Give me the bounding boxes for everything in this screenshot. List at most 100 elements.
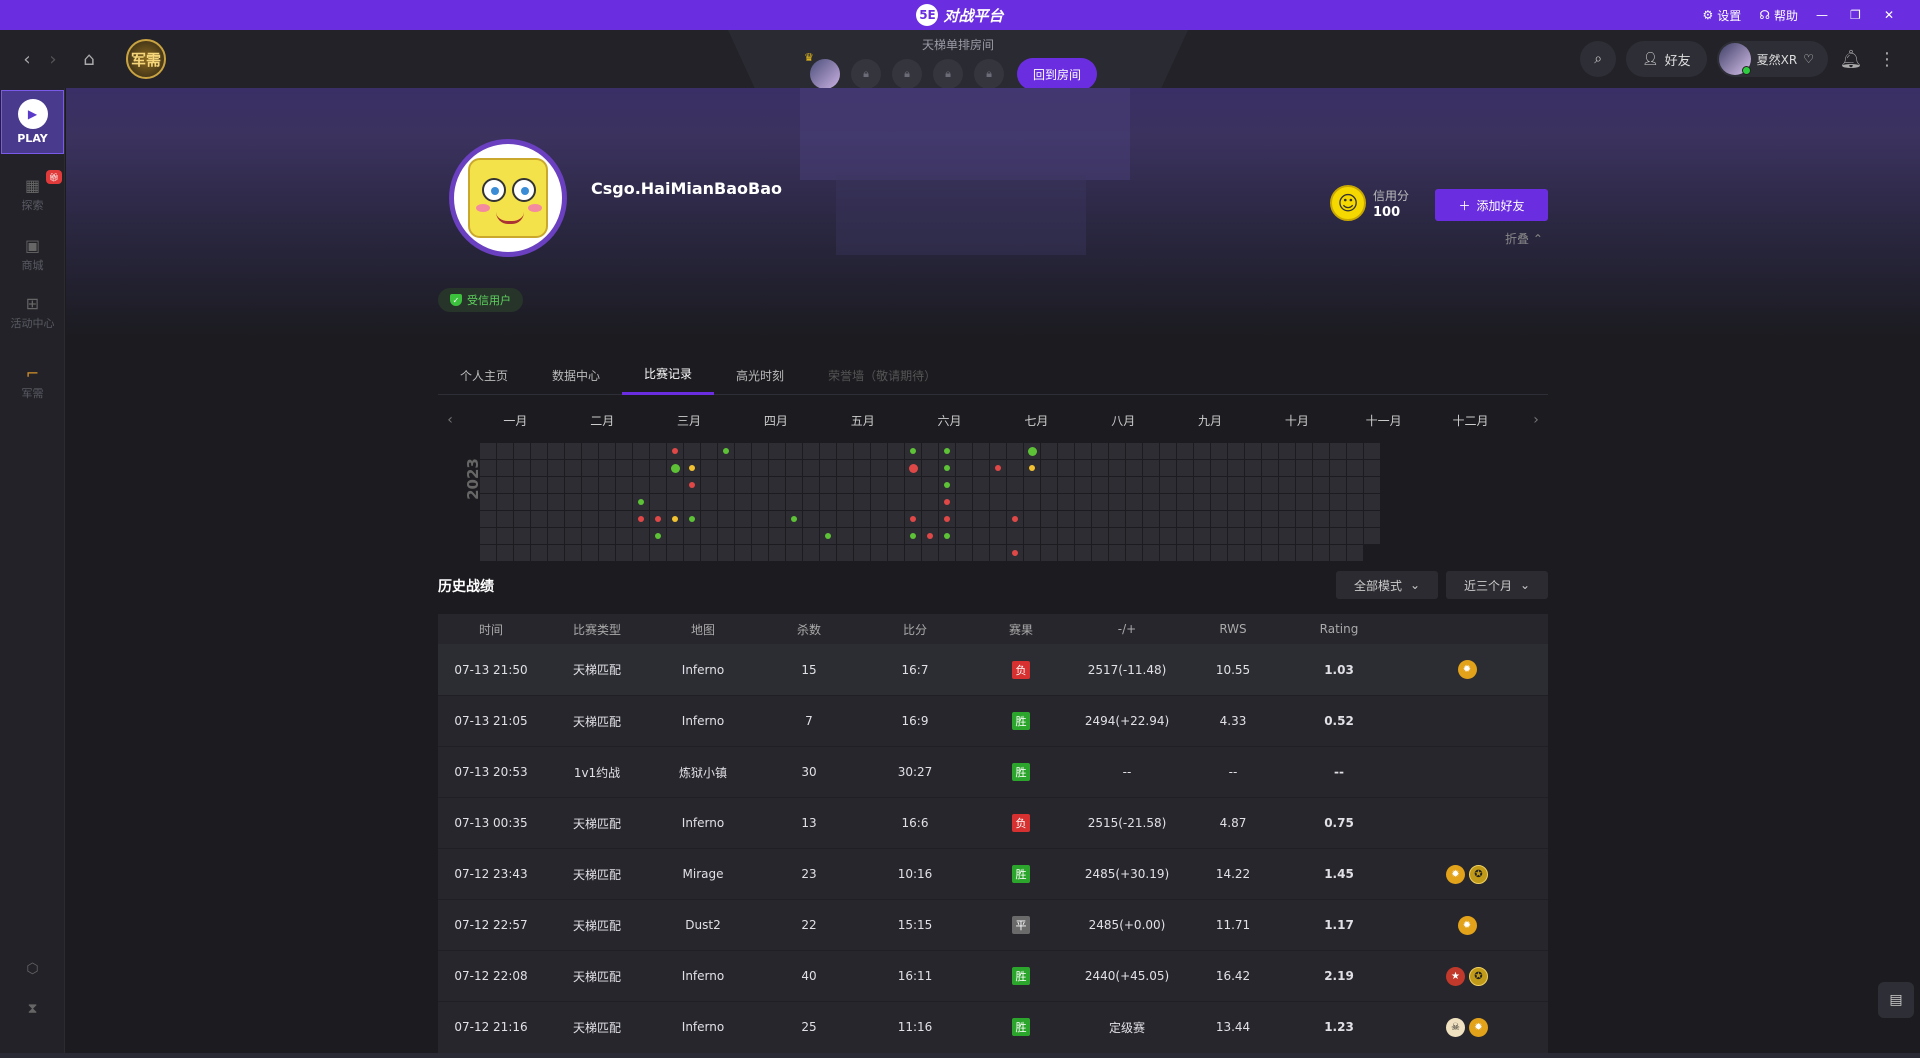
calendar-day[interactable] [1007,477,1023,493]
calendar-day[interactable] [633,460,649,476]
calendar-day[interactable] [667,460,683,476]
calendar-day[interactable] [1245,511,1261,527]
calendar-day[interactable] [735,494,751,510]
calendar-day[interactable] [531,511,547,527]
calendar-day[interactable] [1228,477,1244,493]
calendar-day[interactable] [820,494,836,510]
calendar-day[interactable] [1041,443,1057,459]
calendar-day[interactable] [650,528,666,544]
calendar-day[interactable] [1058,460,1074,476]
calendar-day[interactable] [514,477,530,493]
calendar-day[interactable] [1262,460,1278,476]
calendar-day[interactable] [1347,460,1363,476]
calendar-day[interactable] [990,460,1006,476]
calendar-day[interactable] [1228,494,1244,510]
calendar-day[interactable] [1126,494,1142,510]
calendar-day[interactable] [871,443,887,459]
calendar-day[interactable] [1245,443,1261,459]
calendar-day[interactable] [922,460,938,476]
calendar-day[interactable] [786,528,802,544]
calendar-day[interactable] [1364,460,1380,476]
calendar-day[interactable] [1075,545,1091,561]
calendar-day[interactable] [531,545,547,561]
calendar-day[interactable] [480,494,496,510]
calendar-day[interactable] [1126,528,1142,544]
calendar-day[interactable] [1092,477,1108,493]
calendar-day[interactable] [786,460,802,476]
calendar-day[interactable] [480,545,496,561]
calendar-day[interactable] [939,545,955,561]
calendar-day[interactable] [1109,477,1125,493]
tab-item[interactable]: 高光时刻 [714,355,806,395]
calendar-day[interactable] [1041,511,1057,527]
calendar-day[interactable] [650,545,666,561]
calendar-day[interactable] [599,511,615,527]
calendar-day[interactable] [1075,443,1091,459]
calendar-day[interactable] [1313,528,1329,544]
table-row[interactable]: 07-13 21:50 天梯匹配 Inferno 15 16:7 负 2517(-11.48… [438,644,1548,695]
calendar-day[interactable] [1160,494,1176,510]
calendar-day[interactable] [1109,494,1125,510]
calendar-day[interactable] [650,494,666,510]
calendar-day[interactable] [956,545,972,561]
calendar-day[interactable] [1143,477,1159,493]
calendar-day[interactable] [871,494,887,510]
calendar-day[interactable] [497,545,513,561]
calendar-day[interactable] [973,477,989,493]
calendar-day[interactable] [1143,460,1159,476]
calendar-day[interactable] [1296,511,1312,527]
calendar-day[interactable] [701,494,717,510]
calendar-day[interactable] [497,528,513,544]
calendar-day[interactable] [582,477,598,493]
fold-button[interactable]: 折叠 ⌃ [1505,230,1543,247]
calendar-day[interactable] [718,511,734,527]
calendar-day[interactable] [1160,443,1176,459]
calendar-day[interactable] [769,477,785,493]
calendar-day[interactable] [718,460,734,476]
calendar-day[interactable] [752,477,768,493]
calendar-day[interactable] [1143,528,1159,544]
calendar-day[interactable] [1279,494,1295,510]
calendar-day[interactable] [1296,528,1312,544]
table-row[interactable]: 07-12 21:16 天梯匹配 Inferno 25 11:16 胜 定级赛 13.44 1.… [438,1001,1548,1052]
calendar-day[interactable] [701,511,717,527]
calendar-day[interactable] [1262,511,1278,527]
calendar-day[interactable] [1296,545,1312,561]
calendar-day[interactable] [667,545,683,561]
calendar-day[interactable] [1092,443,1108,459]
calendar-day[interactable] [1126,511,1142,527]
calendar-day[interactable] [1075,494,1091,510]
calendar-day[interactable] [1330,477,1346,493]
calendar-day[interactable] [633,528,649,544]
more-icon[interactable]: ⋮ [1874,49,1900,70]
calendar-day[interactable] [565,443,581,459]
calendar-day[interactable] [684,460,700,476]
calendar-day[interactable] [888,460,904,476]
settings-button[interactable]: ⚙ 设置 [1703,7,1742,24]
calendar-day[interactable] [1279,545,1295,561]
calendar-day[interactable] [497,460,513,476]
calendar-day[interactable] [1347,494,1363,510]
calendar-day[interactable] [718,443,734,459]
calendar-day[interactable] [1007,494,1023,510]
calendar-day[interactable] [582,460,598,476]
calendar-day[interactable] [820,477,836,493]
calendar-day[interactable] [820,460,836,476]
calendar-day[interactable] [871,528,887,544]
calendar-day[interactable] [956,443,972,459]
calendar-day[interactable] [786,477,802,493]
calendar-day[interactable] [1109,528,1125,544]
calendar-day[interactable] [888,443,904,459]
calendar-day[interactable] [990,545,1006,561]
calendar-day[interactable] [582,494,598,510]
calendar-day[interactable] [1058,545,1074,561]
calendar-day[interactable] [973,460,989,476]
calendar-day[interactable] [1262,443,1278,459]
calendar-day[interactable] [1330,545,1346,561]
calendar-day[interactable] [497,511,513,527]
calendar-day[interactable] [565,460,581,476]
calendar-day[interactable] [599,477,615,493]
calendar-day[interactable] [803,443,819,459]
calendar-day[interactable] [599,528,615,544]
calendar-day[interactable] [854,477,870,493]
